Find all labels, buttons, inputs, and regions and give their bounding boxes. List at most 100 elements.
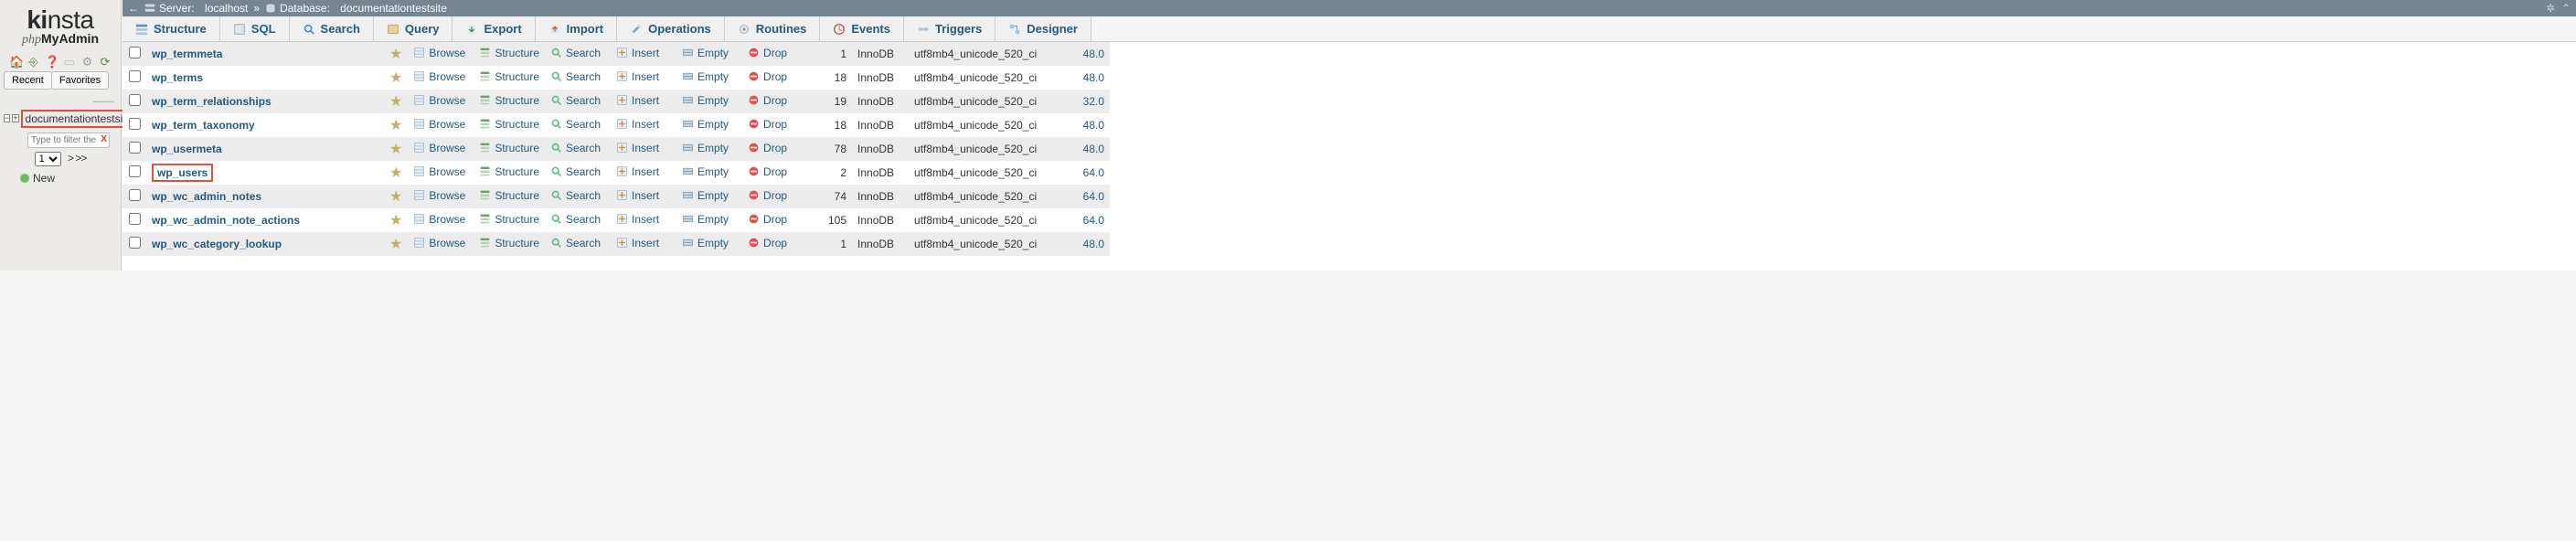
- favorite-star-icon[interactable]: ★: [384, 113, 408, 137]
- row-checkbox[interactable]: [129, 165, 141, 177]
- structure-action[interactable]: Structure: [479, 94, 539, 107]
- table-name-link[interactable]: wp_term_relationships: [152, 95, 271, 108]
- favorite-star-icon[interactable]: ★: [384, 42, 408, 66]
- search-action[interactable]: Search: [550, 189, 601, 202]
- table-name-link[interactable]: wp_wc_category_lookup: [152, 238, 282, 250]
- table-name-link[interactable]: wp_terms: [152, 71, 203, 84]
- search-action[interactable]: Search: [550, 165, 601, 178]
- favorite-star-icon[interactable]: ★: [384, 208, 408, 232]
- tab-designer[interactable]: Designer: [995, 16, 1091, 41]
- row-checkbox[interactable]: [129, 237, 141, 249]
- favorite-star-icon[interactable]: ★: [384, 90, 408, 113]
- drop-action[interactable]: Drop: [748, 94, 787, 107]
- favorites-button[interactable]: Favorites: [51, 71, 109, 90]
- insert-action[interactable]: Insert: [616, 165, 659, 178]
- drop-action[interactable]: Drop: [748, 47, 787, 59]
- tab-routines[interactable]: Routines: [725, 16, 821, 41]
- breadcrumb-server[interactable]: Server: localhost: [144, 0, 248, 16]
- empty-action[interactable]: Empty: [682, 70, 729, 83]
- empty-action[interactable]: Empty: [682, 47, 729, 59]
- table-name-link[interactable]: wp_termmeta: [152, 48, 222, 60]
- favorite-star-icon[interactable]: ★: [384, 161, 408, 185]
- structure-action[interactable]: Structure: [479, 70, 539, 83]
- drop-action[interactable]: Drop: [748, 118, 787, 131]
- docs-icon[interactable]: ❓: [45, 55, 58, 68]
- home-icon[interactable]: 🏠: [9, 55, 22, 68]
- structure-action[interactable]: Structure: [479, 165, 539, 178]
- table-name-link[interactable]: wp_usermeta: [152, 143, 222, 155]
- insert-action[interactable]: Insert: [616, 142, 659, 154]
- structure-action[interactable]: Structure: [479, 213, 539, 226]
- row-checkbox[interactable]: [129, 70, 141, 82]
- row-checkbox[interactable]: [129, 189, 141, 201]
- db-node[interactable]: documentationtestsite: [21, 110, 137, 128]
- empty-action[interactable]: Empty: [682, 118, 729, 131]
- new-table[interactable]: New: [20, 172, 121, 185]
- tree-toggle-icon[interactable]: −: [4, 114, 10, 122]
- collapse-icon[interactable]: ⸻: [0, 93, 121, 107]
- search-action[interactable]: Search: [550, 94, 601, 107]
- drop-action[interactable]: Drop: [748, 213, 787, 226]
- tab-import[interactable]: Import: [536, 16, 617, 41]
- exit-icon[interactable]: ⎆: [27, 55, 40, 68]
- tab-export[interactable]: Export: [452, 16, 535, 41]
- search-action[interactable]: Search: [550, 70, 601, 83]
- browse-action[interactable]: Browse: [413, 70, 465, 83]
- recent-button[interactable]: Recent: [4, 71, 52, 90]
- drop-action[interactable]: Drop: [748, 189, 787, 202]
- page-select[interactable]: 1: [35, 152, 61, 166]
- favorite-star-icon[interactable]: ★: [384, 66, 408, 90]
- browse-action[interactable]: Browse: [413, 165, 465, 178]
- empty-action[interactable]: Empty: [682, 237, 729, 249]
- clear-filter-icon[interactable]: X: [101, 134, 107, 144]
- empty-action[interactable]: Empty: [682, 142, 729, 154]
- browse-action[interactable]: Browse: [413, 213, 465, 226]
- search-action[interactable]: Search: [550, 118, 601, 131]
- empty-action[interactable]: Empty: [682, 165, 729, 178]
- structure-action[interactable]: Structure: [479, 142, 539, 154]
- search-action[interactable]: Search: [550, 142, 601, 154]
- insert-action[interactable]: Insert: [616, 118, 659, 131]
- empty-action[interactable]: Empty: [682, 189, 729, 202]
- tab-sql[interactable]: SQL: [220, 16, 290, 41]
- insert-action[interactable]: Insert: [616, 94, 659, 107]
- insert-action[interactable]: Insert: [616, 189, 659, 202]
- browse-action[interactable]: Browse: [413, 237, 465, 249]
- empty-action[interactable]: Empty: [682, 94, 729, 107]
- table-name-link[interactable]: wp_users: [152, 166, 213, 179]
- reload-icon[interactable]: ⟳: [99, 55, 112, 68]
- browse-action[interactable]: Browse: [413, 118, 465, 131]
- search-action[interactable]: Search: [550, 47, 601, 59]
- tab-structure[interactable]: Structure: [122, 16, 220, 41]
- breadcrumb-database[interactable]: Database: documentationtestsite: [265, 0, 447, 16]
- drop-action[interactable]: Drop: [748, 142, 787, 154]
- table-name-link[interactable]: wp_wc_admin_notes: [152, 190, 261, 203]
- row-checkbox[interactable]: [129, 94, 141, 106]
- search-action[interactable]: Search: [550, 213, 601, 226]
- search-action[interactable]: Search: [550, 237, 601, 249]
- structure-action[interactable]: Structure: [479, 47, 539, 59]
- browse-action[interactable]: Browse: [413, 142, 465, 154]
- settings-icon[interactable]: ⚙: [80, 55, 93, 68]
- insert-action[interactable]: Insert: [616, 47, 659, 59]
- tab-operations[interactable]: Operations: [617, 16, 725, 41]
- caret-up-icon[interactable]: ⌃: [2561, 2, 2571, 15]
- insert-action[interactable]: Insert: [616, 70, 659, 83]
- row-checkbox[interactable]: [129, 142, 141, 154]
- favorite-star-icon[interactable]: ★: [384, 232, 408, 256]
- empty-action[interactable]: Empty: [682, 213, 729, 226]
- insert-action[interactable]: Insert: [616, 213, 659, 226]
- browse-action[interactable]: Browse: [413, 189, 465, 202]
- filter-input[interactable]: [27, 133, 110, 148]
- row-checkbox[interactable]: [129, 213, 141, 225]
- tab-triggers[interactable]: Triggers: [904, 16, 995, 41]
- table-name-link[interactable]: wp_wc_admin_note_actions: [152, 214, 300, 227]
- structure-action[interactable]: Structure: [479, 189, 539, 202]
- row-checkbox[interactable]: [129, 47, 141, 58]
- tab-query[interactable]: Query: [374, 16, 453, 41]
- back-icon[interactable]: ←: [128, 0, 139, 16]
- browse-action[interactable]: Browse: [413, 94, 465, 107]
- insert-action[interactable]: Insert: [616, 237, 659, 249]
- drop-action[interactable]: Drop: [748, 237, 787, 249]
- tab-events[interactable]: Events: [820, 16, 904, 41]
